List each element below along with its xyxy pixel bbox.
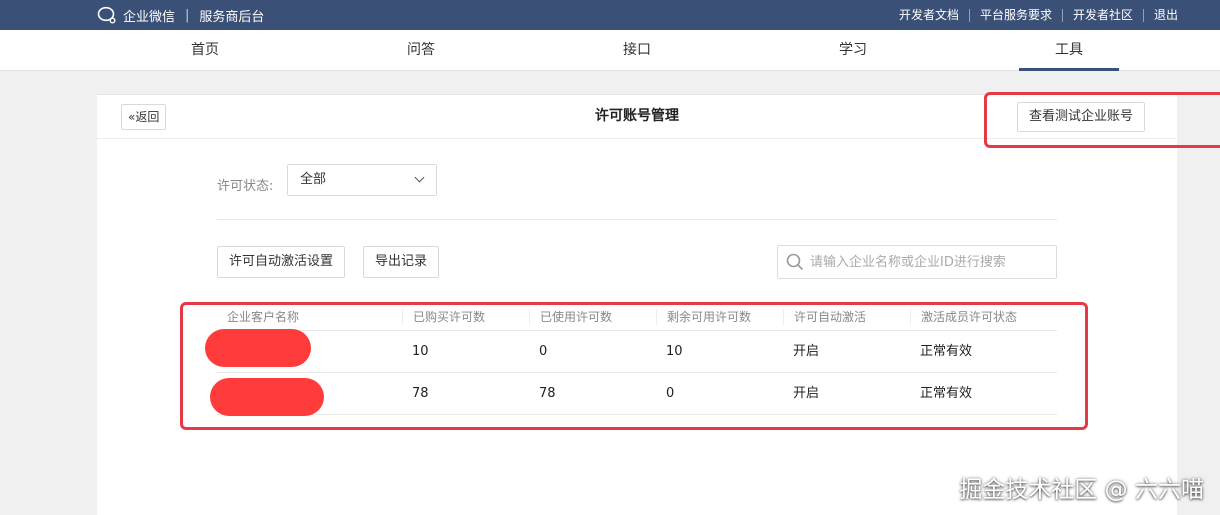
- brand-name: 企业微信: [123, 9, 176, 25]
- wecom-logo-icon: [97, 6, 116, 24]
- brand[interactable]: 企业微信 | 服务商后台: [97, 0, 264, 30]
- top-links: 开发者文档 平台服务要求 开发者社区 退出: [889, 0, 1178, 30]
- nav-item-home[interactable]: 首页: [155, 30, 255, 71]
- link-dev-docs[interactable]: 开发者文档: [889, 8, 970, 22]
- main-nav: 首页 问答 接口 学习 工具: [0, 30, 1220, 71]
- search-input[interactable]: [810, 246, 1050, 278]
- nav-item-tools[interactable]: 工具: [1019, 30, 1119, 71]
- link-logout[interactable]: 退出: [1144, 8, 1178, 22]
- auto-activate-settings-button[interactable]: 许可自动激活设置: [217, 246, 346, 278]
- nav-item-api[interactable]: 接口: [587, 30, 687, 71]
- brand-separator: |: [185, 7, 190, 23]
- brand-subtitle: 服务商后台: [199, 9, 265, 25]
- license-status-label: 许可状态:: [217, 179, 274, 194]
- chevron-down-icon: [414, 172, 425, 183]
- search-box: [777, 245, 1057, 279]
- export-records-button[interactable]: 导出记录: [363, 246, 440, 278]
- link-dev-community[interactable]: 开发者社区: [1063, 8, 1144, 22]
- license-status-select[interactable]: 全部: [287, 164, 437, 196]
- back-label: 返回: [135, 110, 160, 124]
- divider: [217, 219, 1057, 220]
- highlight-annotation: [984, 92, 1220, 148]
- highlight-annotation: [180, 302, 1088, 430]
- search-icon: [786, 253, 804, 271]
- back-button[interactable]: «返回: [121, 104, 167, 130]
- license-status-value: 全部: [300, 172, 327, 187]
- watermark: 掘金技术社区 @ 六六喵: [959, 477, 1204, 503]
- top-bar: 企业微信 | 服务商后台 开发者文档 平台服务要求 开发者社区 退出: [0, 0, 1220, 30]
- link-platform-requirements[interactable]: 平台服务要求: [970, 8, 1063, 22]
- nav-item-learn[interactable]: 学习: [803, 30, 903, 71]
- nav-item-qa[interactable]: 问答: [371, 30, 471, 71]
